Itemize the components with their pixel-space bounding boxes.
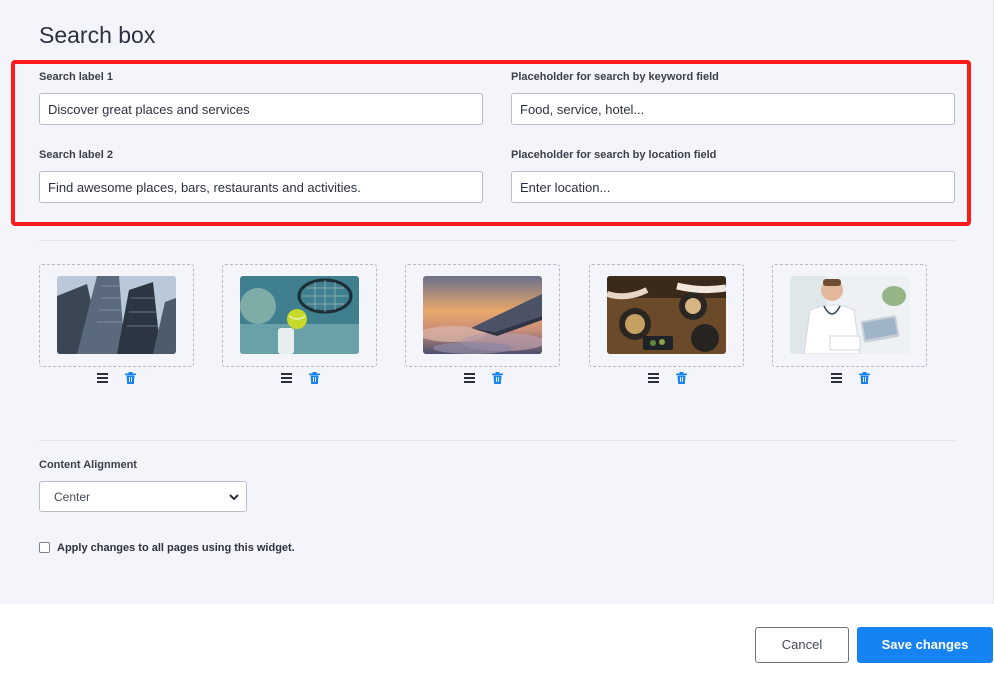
content-alignment-select[interactable]: Center	[39, 481, 247, 512]
section-title: Search box	[39, 22, 156, 48]
keyword-placeholder-input[interactable]	[511, 93, 955, 125]
image-card-actions	[772, 372, 927, 386]
image-card-actions	[222, 372, 377, 386]
content-alignment-label: Content Alignment	[39, 459, 137, 471]
image-card[interactable]	[405, 264, 560, 367]
tennis-image	[240, 276, 359, 354]
image-card[interactable]	[589, 264, 744, 367]
location-placeholder-input[interactable]	[511, 171, 955, 203]
image-card-actions	[39, 372, 194, 386]
image-card[interactable]	[772, 264, 927, 367]
divider	[39, 440, 955, 441]
chevron-down-icon	[229, 494, 239, 501]
search-label-1-input[interactable]	[39, 93, 483, 125]
apply-all-checkbox[interactable]	[39, 542, 50, 553]
restaurant-image	[607, 276, 726, 354]
save-changes-button[interactable]: Save changes	[857, 627, 993, 663]
trash-icon[interactable]	[125, 372, 136, 384]
search-label-2-input[interactable]	[39, 171, 483, 203]
menu-icon[interactable]	[281, 373, 292, 383]
menu-icon[interactable]	[648, 373, 659, 383]
image-card-actions	[589, 372, 744, 386]
search-label-2-label: Search label 2	[39, 149, 113, 161]
trash-icon[interactable]	[309, 372, 320, 384]
trash-icon[interactable]	[492, 372, 503, 384]
search-label-1-label: Search label 1	[39, 71, 113, 83]
image-card[interactable]	[222, 264, 377, 367]
skyscrapers-image	[57, 276, 176, 354]
image-card[interactable]	[39, 264, 194, 367]
widget-settings-panel: Search box Search label 1 Placeholder fo…	[0, 0, 994, 604]
menu-icon[interactable]	[464, 373, 475, 383]
airplane-wing-image	[423, 276, 542, 354]
content-alignment-value: Center	[54, 490, 91, 504]
apply-all-label: Apply changes to all pages using this wi…	[57, 542, 295, 554]
divider	[39, 240, 955, 241]
image-card-actions	[405, 372, 560, 386]
trash-icon[interactable]	[859, 372, 870, 384]
doctor-image	[790, 276, 909, 354]
keyword-placeholder-label: Placeholder for search by keyword field	[511, 71, 719, 83]
cancel-button[interactable]: Cancel	[755, 627, 849, 663]
menu-icon[interactable]	[831, 373, 842, 383]
trash-icon[interactable]	[676, 372, 687, 384]
location-placeholder-label: Placeholder for search by location field	[511, 149, 717, 161]
menu-icon[interactable]	[97, 373, 108, 383]
